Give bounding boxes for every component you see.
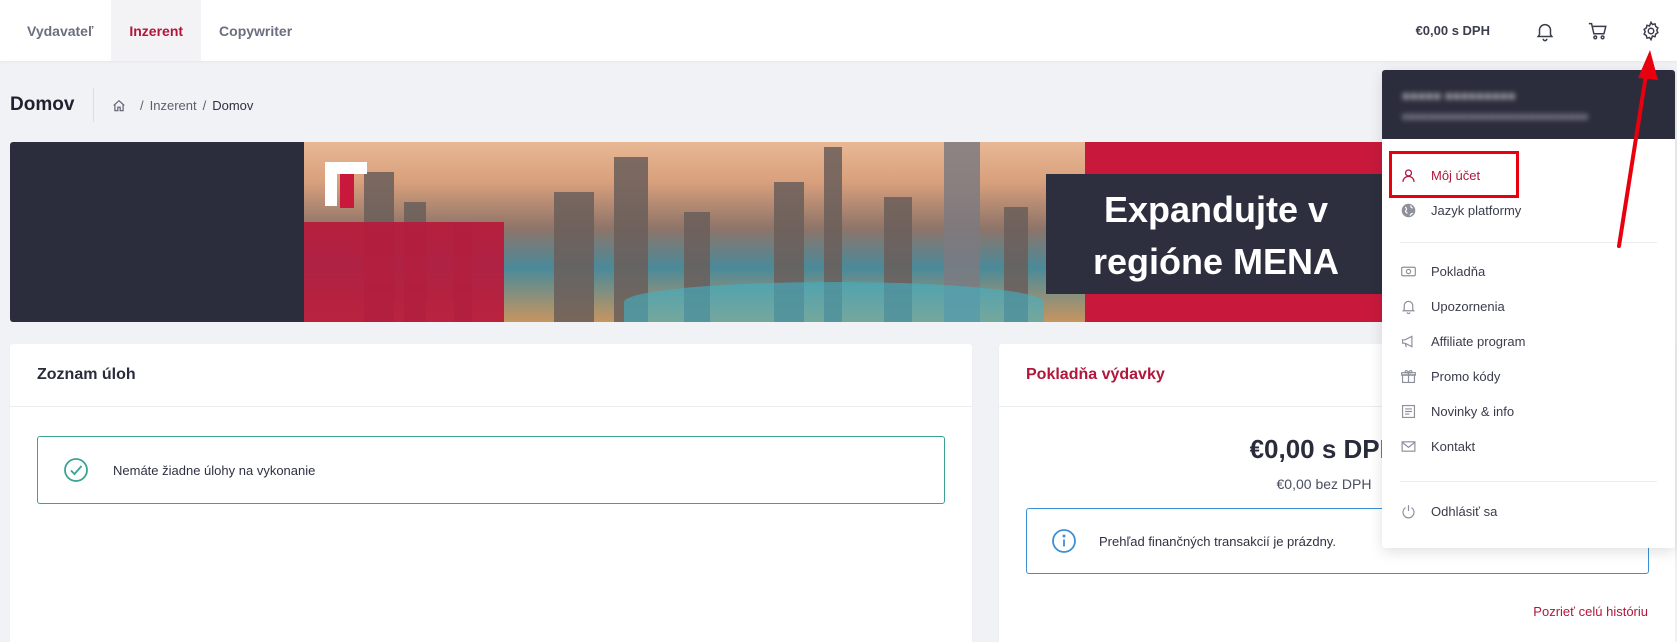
gear-icon (1642, 20, 1659, 41)
user-menu-dropdown: ●●●●● ●●●●●●●●● ●●●●●●●●●●●●●●●●●●●●●●●●… (1382, 70, 1675, 548)
menu-item-platform-language[interactable]: Jazyk platformy (1382, 195, 1675, 225)
menu-item-contact[interactable]: Kontakt (1382, 431, 1675, 461)
home-icon[interactable] (112, 99, 126, 113)
banner-red-block (304, 222, 504, 322)
menu-item-label: Novinky & info (1431, 403, 1515, 419)
banner-headline-line2: regióne MENA (1092, 241, 1340, 282)
gift-icon (1401, 369, 1416, 383)
breadcrumb: / Inzerent / Domov (112, 98, 253, 113)
cart-total[interactable]: €0,00 s DPH (1416, 23, 1490, 38)
cart-icon (1588, 22, 1607, 40)
tasks-card: Zoznam úloh Nemáte žiadne úlohy na vykon… (10, 344, 972, 642)
power-icon (1402, 504, 1415, 518)
breadcrumb-separator: / (140, 98, 144, 113)
user-name-blurred: ●●●●● ●●●●●●●●● (1402, 88, 1516, 103)
menu-item-label: Upozornenia (1431, 298, 1505, 314)
tab-copywriter[interactable]: Copywriter (201, 0, 310, 61)
annotation-highlight-box (1389, 151, 1519, 198)
menu-item-promo-codes[interactable]: Promo kódy (1382, 361, 1675, 391)
tasks-empty-message: Nemáte žiadne úlohy na vykonanie (113, 462, 316, 478)
menu-divider (1400, 481, 1657, 482)
settings-button[interactable] (1624, 0, 1677, 61)
menu-item-affiliate[interactable]: Affiliate program (1382, 326, 1675, 356)
menu-item-label: Pokladňa (1431, 263, 1486, 279)
notifications-button[interactable] (1518, 0, 1571, 61)
top-right-controls: €0,00 s DPH (1416, 0, 1677, 61)
globe-icon (1401, 203, 1416, 217)
menu-item-label: Promo kódy (1431, 368, 1501, 384)
user-menu-header: ●●●●● ●●●●●●●●● ●●●●●●●●●●●●●●●●●●●●●●●●… (1382, 70, 1675, 139)
banner-headline: Expandujte v regióne MENA (1046, 184, 1386, 288)
menu-divider (1400, 242, 1657, 243)
wallet-info-message: Prehľad finančných transakcií je prázdny… (1099, 533, 1336, 549)
page-title: Domov (10, 94, 75, 115)
bell-icon (1536, 23, 1553, 41)
breadcrumb-inzerent[interactable]: Inzerent (150, 98, 197, 113)
menu-item-logout[interactable]: Odhlásiť sa (1382, 496, 1675, 526)
top-navbar: Vydavateľ Inzerent Copywriter €0,00 s DP… (0, 0, 1677, 61)
role-tabs: Vydavateľ Inzerent Copywriter (0, 0, 310, 61)
menu-item-notifications[interactable]: Upozornenia (1382, 291, 1675, 321)
menu-item-label: Affiliate program (1431, 333, 1526, 349)
info-icon (1052, 529, 1076, 553)
menu-item-news[interactable]: Novinky & info (1382, 396, 1675, 426)
megaphone-icon (1401, 334, 1413, 348)
tasks-card-title: Zoznam úloh (10, 344, 972, 407)
breadcrumb-separator: / (202, 98, 207, 113)
bell-icon (1401, 300, 1416, 314)
tab-inzerent[interactable]: Inzerent (111, 0, 202, 61)
check-circle-icon (64, 458, 88, 482)
tasks-empty-state: Nemáte žiadne úlohy na vykonanie (37, 436, 945, 504)
menu-item-label: Kontakt (1431, 438, 1476, 454)
newspaper-icon (1401, 404, 1416, 418)
envelope-icon (1401, 440, 1416, 452)
menu-item-label: Odhlásiť sa (1431, 503, 1498, 519)
user-email-blurred: ●●●●●●●●●●●●●●●●●●●●●●●●●●●● (1402, 111, 1589, 123)
breadcrumb-current: Domov (212, 98, 254, 113)
cart-button[interactable] (1571, 0, 1624, 61)
tab-vydavatel[interactable]: Vydavateľ (0, 0, 111, 61)
banner-logo-accent (340, 174, 354, 208)
title-divider (93, 88, 94, 122)
view-history-link[interactable]: Pozrieť celú históriu (1533, 604, 1648, 619)
money-icon (1401, 266, 1416, 276)
menu-item-label: Jazyk platformy (1431, 202, 1522, 218)
banner-headline-line1: Expandujte v (1103, 189, 1329, 230)
menu-item-wallet[interactable]: Pokladňa (1382, 256, 1675, 286)
